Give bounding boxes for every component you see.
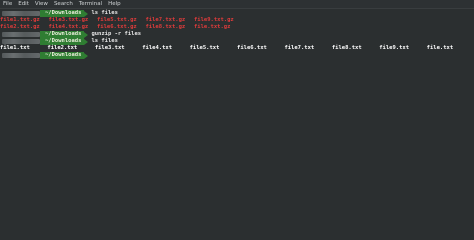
file-name: file9.txt.gz [194,17,234,23]
file-listing-line: file2.txt.gz file4.txt.gz file6.txt.gz file… [0,24,474,31]
menu-view[interactable]: View [32,0,51,8]
file-listing-line: file1.txt.gz file3.txt.gz file5.txt.gz file… [0,17,474,24]
menu-help[interactable]: Help [105,0,124,8]
terminal-window: File Edit View Search Terminal Help ~/Do… [0,0,474,239]
file-name: file3.txt.gz [48,17,89,23]
prompt-directory: ~/Downloads [40,52,85,59]
file-listing-line: file1.txt file2.txt file3.txt file4.txt file… [0,45,474,52]
prompt: ~/Downloads [0,52,89,59]
redacted-host [2,11,40,16]
file-name: file.txt [426,45,454,51]
file-name: file7.txt.gz [145,17,186,23]
prompt-directory: ~/Downloads [40,38,85,45]
file-name: file5.txt.gz [97,17,137,23]
file-name: file7.txt [284,45,315,51]
prompt-directory: ~/Downloads [40,31,85,38]
prompt-line: ~/Downloads gunzip -r files [0,31,474,38]
prompt-arrow-icon [84,38,89,45]
terminal-output[interactable]: ~/Downloads ls files file1.txt.gz file3.txt… [0,10,474,59]
command-text: gunzip -r files [91,31,142,37]
file-name: file9.txt [379,45,410,51]
file-name: file2.txt [47,45,78,51]
prompt-arrow-icon [84,31,89,38]
prompt: ~/Downloads [0,10,89,17]
redacted-host [2,32,40,37]
file-name: file.txt.gz [194,24,231,30]
menu-edit[interactable]: Edit [15,0,32,8]
file-name: file8.txt.gz [145,24,186,30]
file-name: file1.txt.gz [0,17,40,23]
prompt-directory: ~/Downloads [40,10,85,17]
file-name: file4.txt [142,45,173,51]
prompt: ~/Downloads [0,31,89,38]
menu-file[interactable]: File [0,0,15,8]
file-name: file6.txt.gz [97,24,137,30]
file-name: file1.txt [0,45,30,51]
menu-search[interactable]: Search [51,0,76,8]
prompt-line: ~/Downloads ls files [0,10,474,17]
menu-terminal[interactable]: Terminal [76,0,105,8]
file-name: file3.txt [94,45,125,51]
file-name: file6.txt [237,45,267,51]
file-name: file2.txt.gz [0,24,40,30]
file-name: file4.txt.gz [48,24,89,30]
prompt-arrow-icon [84,10,89,17]
menu-bar: File Edit View Search Terminal Help [0,0,474,9]
prompt: ~/Downloads [0,38,89,45]
prompt-line: ~/Downloads [0,52,474,59]
command-text: ls files [91,10,118,16]
prompt-arrow-icon [84,52,89,59]
file-name: file8.txt [331,45,362,51]
prompt-line: ~/Downloads ls files [0,38,474,45]
redacted-host [2,53,40,58]
command-text: ls files [91,38,118,44]
file-name: file5.txt [189,45,220,51]
redacted-host [2,39,40,44]
